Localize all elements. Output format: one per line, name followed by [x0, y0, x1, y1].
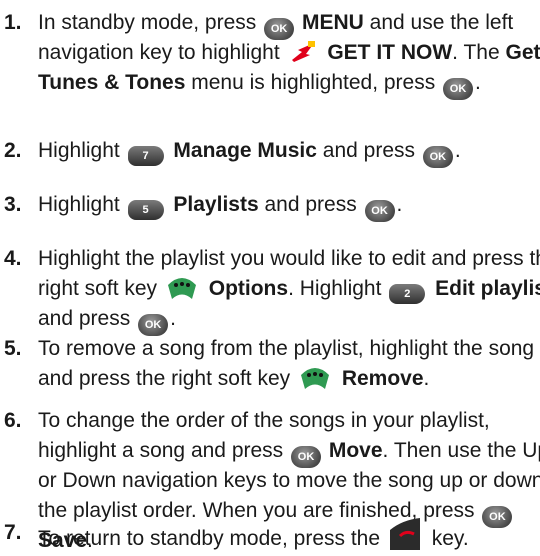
step-text: Highlight 5 Playlists and press OK. [38, 190, 536, 222]
text-run: and press [258, 193, 363, 216]
step-number: 6. [4, 409, 22, 432]
step-text: To remove a song from the playlist, high… [38, 334, 536, 394]
text-line: Highlight 5 Playlists and press OK. [38, 190, 536, 222]
ok-key-icon: OK [443, 78, 474, 100]
text-line: Tunes & Tones menu is highlighted, press… [38, 68, 536, 100]
bold-term: Edit playlist [435, 277, 540, 300]
bold-term: Options [208, 277, 289, 300]
ok-key-icon: OK [422, 146, 453, 168]
text-line: navigation key to highlight GET IT NOW. … [38, 38, 540, 68]
text-run: . Then use the Up [382, 439, 540, 462]
text-line: To return to standby mode, press the key… [38, 518, 536, 550]
step-number: 3. [4, 193, 22, 216]
text-run: Highlight [38, 139, 126, 162]
text-run: and press the right soft key [38, 367, 296, 390]
text-run: . [423, 367, 430, 390]
text-line: In standby mode, press OK MENU and use t… [38, 8, 536, 40]
text-run: . [396, 193, 403, 216]
bold-term: Move [328, 439, 383, 462]
bold-term: Get [505, 41, 540, 64]
ok-key-icon: OK [364, 200, 395, 222]
step-text: To return to standby mode, press the key… [38, 518, 536, 550]
bold-term: GET IT NOW [327, 41, 453, 64]
text-run: In standby mode, press [38, 11, 263, 34]
text-run: To return to standby mode, press the [38, 527, 386, 550]
get-it-now-icon [291, 41, 315, 62]
key-7-icon: 7 [127, 146, 164, 166]
bold-term: Tunes & Tones [38, 71, 186, 94]
text-line: Highlight the playlist you would like to… [38, 244, 540, 274]
text-run: To remove a song from the playlist, high… [38, 337, 535, 360]
text-line: right soft key Options. Highlight 2 Edit… [38, 274, 540, 304]
text-line: or Down navigation keys to move the song… [38, 466, 540, 496]
text-line: To change the order of the songs in your… [38, 406, 536, 436]
text-run: right soft key [38, 277, 163, 300]
key-2-icon: 2 [389, 284, 426, 304]
text-line: and press the right soft key Remove. [38, 364, 536, 394]
text-line: and press OK. [38, 304, 536, 336]
step-text: In standby mode, press OK MENU and use t… [38, 8, 540, 100]
text-line: highlight a song and press OK Move. Then… [38, 436, 540, 468]
bold-term: Playlists [173, 193, 259, 216]
text-run: . The [452, 41, 506, 64]
step-number: 7. [4, 521, 22, 544]
step-number: 4. [4, 247, 22, 270]
bold-term: Manage Music [173, 139, 317, 162]
right-soft-key-icon [167, 278, 196, 299]
text-run: and press [38, 307, 137, 330]
ok-key-icon: OK [138, 314, 169, 336]
text-run: . Highlight [288, 277, 388, 300]
text-line: Highlight 7 Manage Music and press OK. [38, 136, 536, 168]
text-run: and press [316, 139, 421, 162]
text-run: . [454, 139, 461, 162]
text-run: or Down navigation keys to move the song… [38, 469, 540, 492]
text-run: highlight a song and press [38, 439, 290, 462]
text-run: Highlight [38, 193, 126, 216]
text-run: Highlight the playlist you would like to… [38, 247, 540, 270]
step-text: Highlight the playlist you would like to… [38, 244, 540, 336]
ok-key-icon: OK [264, 18, 295, 40]
text-run: . [475, 71, 481, 94]
step-text: Highlight 7 Manage Music and press OK. [38, 136, 536, 168]
end-key-icon [389, 518, 420, 550]
key-5-icon: 5 [127, 200, 164, 220]
text-run: and use the left [363, 11, 514, 34]
text-run: . [170, 307, 176, 330]
step-number: 2. [4, 139, 22, 162]
step-number: 5. [4, 337, 22, 360]
step-number: 1. [4, 11, 22, 34]
text-run: To change the order of the songs in your… [38, 409, 490, 432]
text-run: key. [425, 527, 469, 550]
text-run: navigation key to highlight [38, 41, 286, 64]
text-line: To remove a song from the playlist, high… [38, 334, 536, 364]
bold-term: Remove [341, 367, 424, 390]
text-run: menu is highlighted, press [185, 71, 442, 94]
ok-key-icon: OK [291, 446, 322, 468]
bold-term: MENU [301, 11, 364, 34]
right-soft-key-icon [300, 368, 329, 389]
